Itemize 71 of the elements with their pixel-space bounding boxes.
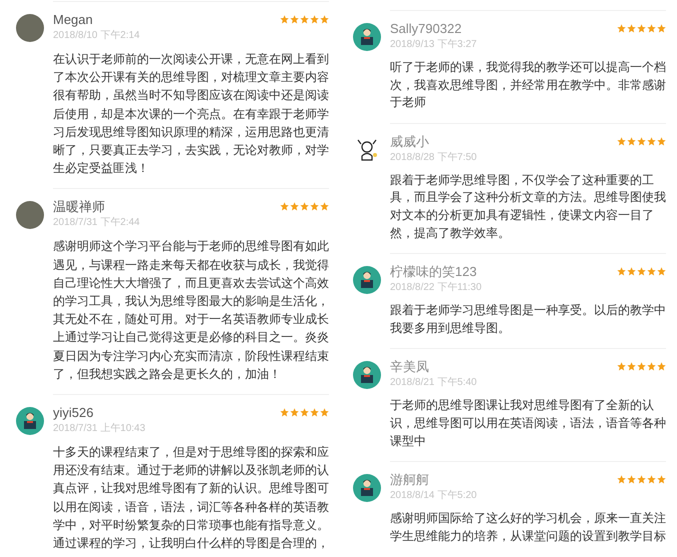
star-icon [637,267,646,276]
avatar-icon [353,361,381,390]
avatar-icon [353,266,381,294]
star-icon [637,475,646,484]
reviewer-name: Sally790322 [390,21,462,37]
star-icon [637,362,646,372]
star-icon [320,202,329,212]
star-icon [320,408,329,418]
star-icon [637,136,646,146]
reviewer-name: 辛美凤 [390,359,429,376]
photo-placeholder [16,14,44,42]
star-icon [310,408,319,418]
review-date: 2018/8/21 下午5:40 [390,376,477,390]
star-icon [300,202,309,212]
star-icon [617,136,626,146]
star-icon [647,267,656,276]
review-text: 十多天的课程结束了，但是对于思维导图的探索和应用还没有结束。通过于老师的讲解以及张凯老师的认真点评，让我对思维导图有了新的认识。思维导图可以用在阅读，语音，语法，词汇等各种各样的英语教学中，对平时纷繁复杂的日常琐事也能有指导意义。通过课程的学习，让我明白什么样的导图是合理的， [53,444,329,552]
star-icon [300,15,309,24]
review-text: 感谢明师这个学习平台能与于老师的思维导图有如此遇见，与课程一路走来每天都在收获与成长，我觉得自己理论性大大增强了，而且更喜欢去尝试这个高效的学习工具，我认为思维导图最大的影响是生活化，其无处不在，随处可用。对于一名英语教师专业成长上通过学习让自己觉得这更是必修的科目之一。炎炎夏日因为专注学习内心充实而清凉，阶段性课程结束了，但我想实践之路会是更长久的，加油！ [53,238,329,383]
avatar-icon [353,23,381,51]
star-icon [657,475,666,484]
star-icon [627,475,636,484]
star-icon [657,362,666,372]
star-icon [290,202,299,212]
reviewer-name: 柠檬味的笑123 [390,264,477,280]
star-icon [637,24,646,33]
star-icon [300,408,309,418]
review-date: 2018/7/31 下午2:44 [53,216,140,230]
avatar-icon [353,474,381,502]
reviewer-name: 游舸舸 [390,472,429,488]
review-date: 2018/8/22 下午11:30 [390,281,482,296]
star-icon [290,15,299,24]
review-text: 感谢明师国际给了这么好的学习机会，原来一直关注学生思维能力的培养，从课堂问题的设置到教学目标 [390,510,666,545]
reviewer-name: 温暖禅师 [53,199,105,216]
star-icon [280,202,289,212]
avatar-icon [16,407,44,436]
review-text: 听了于老师的课，我觉得我的教学还可以提高一个档次，我喜欢思维导图，并经常用在教学中。非常感谢于老师 [390,59,666,112]
star-icon [647,362,656,372]
star-icon [647,136,656,146]
star-icon [647,24,656,33]
review-text: 跟着于老师学习思维导图是一种享受。以后的教学中我要多用到思维导图。 [390,302,666,337]
star-icon [657,267,666,276]
photo-placeholder [16,201,44,230]
star-icon [290,408,299,418]
star-icon [310,202,319,212]
reviewer-name: yiyi526 [53,405,94,422]
review-date: 2018/8/10 下午2:14 [53,29,140,43]
reviewer-name: Megan [53,12,93,28]
star-icon [320,15,329,24]
star-icon [310,15,319,24]
review-date: 2018/8/14 下午5:20 [390,489,477,504]
star-icon [627,24,636,33]
star-icon [627,136,636,146]
reviewer-name: 威威小 [390,134,429,150]
star-icon [657,136,666,146]
star-icon [617,267,626,276]
review-date: 2018/8/28 下午7:50 [390,150,477,165]
star-icon [647,475,656,484]
star-icon [627,362,636,372]
star-icon [657,24,666,33]
review-date: 2018/9/13 下午3:27 [390,38,477,52]
star-icon [627,267,636,276]
star-icon [617,24,626,33]
star-icon [280,408,289,418]
review-text: 在认识于老师前的一次阅读公开课，无意在网上看到了本次公开课有关的思维导图，对梳理文章主要内容很有帮助，虽然当时不知导图应该在阅读中还是阅读后使用，却是本次课的一个亮点。在有幸跟于老师学习后发现思维导图知识原理的精深，运用思路也更清晰了，只要真正去学习，去实践，无论对教师，对学生必定受益匪浅！ [53,51,329,178]
review-date: 2018/7/31 上午10:43 [53,422,146,436]
review-text: 跟着于老师学思维导图，不仅学会了这种重要的工具，而且学会了这种分析文章的方法。思维导图使我对文本的分析更加具有逻辑性，使课文内容一目了然，提高了教学效率。 [390,172,666,242]
star-icon [617,362,626,372]
star-icon [280,15,289,24]
star-icon [617,475,626,484]
review-text: 于老师的思维导图课让我对思维导图有了全新的认识，思维导图可以用在英语阅读，语法，语音等各种课型中 [390,397,666,450]
